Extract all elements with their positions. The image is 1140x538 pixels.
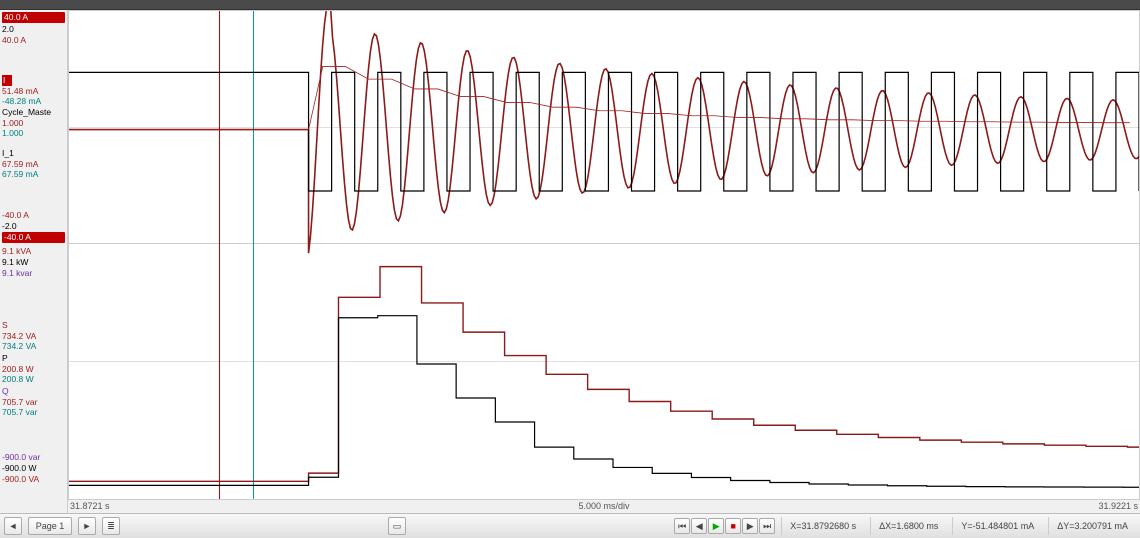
rectangle-icon: ▭ [393, 521, 402, 532]
bot-w-label: -900.0 W [2, 463, 65, 474]
p-val2: 200.8 W [2, 374, 65, 385]
ch-scale-mid: 2.0 [2, 24, 65, 35]
skip-back-icon: ⏮ [678, 521, 686, 532]
stop-icon: ■ [730, 521, 735, 531]
time-axis: 31.8721 s 5.000 ms/div 31.9221 s [68, 499, 1140, 513]
time-start: 31.8721 s [70, 501, 110, 511]
step-back-icon: ◀ [696, 521, 703, 532]
ch-scale-unit: 40.0 A [2, 35, 65, 46]
next-page-button[interactable]: ► [78, 517, 96, 535]
play-button[interactable]: ▶ [708, 518, 724, 534]
ch-i-val2: -48.28 mA [2, 96, 65, 107]
ch-scale-neg-badge: -40.0 A [2, 232, 65, 243]
i1-label: I_1 [2, 148, 65, 159]
y-axis-panel: 40.0 A 2.0 40.0 A I 51.48 mA -48.28 mA C… [0, 10, 68, 513]
play-icon: ▶ [713, 521, 720, 532]
step-fwd-button[interactable]: ▶ [742, 518, 758, 534]
waveforms-svg [69, 11, 1139, 512]
readout-x: X=31.8792680 s [781, 517, 864, 535]
tool-button-1[interactable]: ▭ [388, 517, 406, 535]
kva-label: 9.1 kVA [2, 246, 65, 257]
time-per-div: 5.000 ms/div [578, 501, 629, 511]
step-back-button[interactable]: ◀ [691, 518, 707, 534]
trace-s [69, 267, 1139, 482]
skip-end-button[interactable]: ⏭ [759, 518, 775, 534]
p-label: P [2, 353, 65, 364]
bot-va-label: -900.0 VA [2, 474, 65, 485]
ch-i-badge[interactable]: I [2, 75, 12, 86]
chevron-right-icon: ► [83, 521, 92, 531]
skip-fwd-icon: ⏭ [763, 521, 771, 532]
chevron-left-icon: ◄ [9, 521, 18, 531]
kvar-label: 9.1 kvar [2, 268, 65, 279]
plot-area[interactable] [68, 10, 1140, 513]
skip-start-button[interactable]: ⏮ [674, 518, 690, 534]
trace-p [69, 316, 1139, 488]
ch-scale-pos-badge: 40.0 A [2, 12, 65, 23]
q-val2: 705.7 var [2, 407, 65, 418]
i1-val2: 67.59 mA [2, 169, 65, 180]
status-bar: ◄ Page 1 ► ≣ ▭ ⏮ ◀ ▶ ■ ▶ ⏭ X=31.8792680 … [0, 513, 1140, 538]
trace-current [69, 11, 1139, 253]
readout-dy: ΔY=3.200791 mA [1048, 517, 1136, 535]
trace-cycle-master [69, 72, 1139, 191]
step-fwd-icon: ▶ [747, 521, 754, 532]
list-icon: ≣ [107, 521, 115, 532]
ch-scale-neg2: -2.0 [2, 221, 65, 232]
transport-controls: ⏮ ◀ ▶ ■ ▶ ⏭ [674, 518, 775, 534]
readout-dx: ΔX=1.6800 ms [870, 517, 946, 535]
page-indicator[interactable]: Page 1 [28, 517, 72, 535]
ch-scale-neg40: -40.0 A [2, 210, 65, 221]
stop-button[interactable]: ■ [725, 518, 741, 534]
cycle-master-label: Cycle_Maste [2, 107, 65, 118]
kw-label: 9.1 kW [2, 257, 65, 268]
cycle-val2: 1.000 [2, 128, 65, 139]
page-list-button[interactable]: ≣ [102, 517, 120, 535]
s-label: S [2, 320, 65, 331]
window-titlebar [0, 0, 1140, 10]
trace-envelope [69, 67, 1130, 130]
prev-page-button[interactable]: ◄ [4, 517, 22, 535]
bot-var-label: -900.0 var [2, 452, 65, 463]
q-label: Q [2, 386, 65, 397]
time-end: 31.9221 s [1098, 501, 1138, 511]
main-area: 40.0 A 2.0 40.0 A I 51.48 mA -48.28 mA C… [0, 10, 1140, 513]
readout-y: Y=-51.484801 mA [952, 517, 1042, 535]
s-val2: 734.2 VA [2, 341, 65, 352]
